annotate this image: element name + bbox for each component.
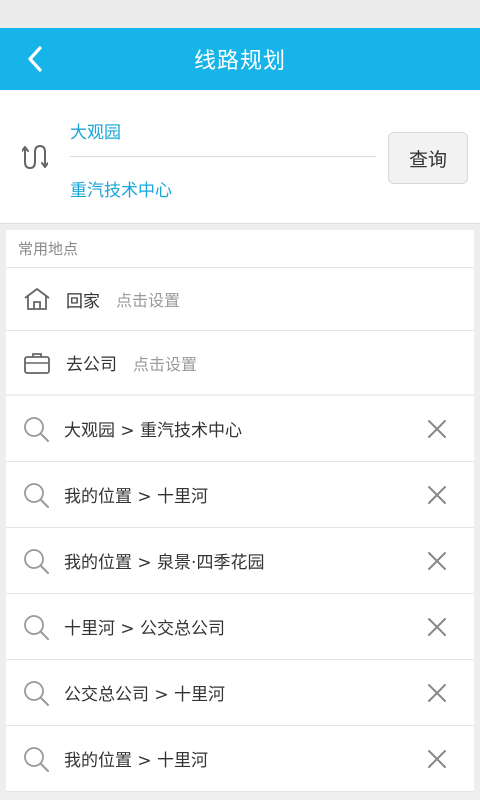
history-text: 我的位置 > 十里河 bbox=[64, 751, 209, 771]
search-icon bbox=[24, 614, 49, 640]
history-list: 大观园 > 重汽技术中心 我的位置 > 十里河 我的位置 > 泉景·四季花园 十… bbox=[6, 396, 474, 792]
history-text: 大观园 > 重汽技术中心 bbox=[64, 421, 243, 441]
history-text: 我的位置 > 十里河 bbox=[64, 487, 209, 507]
favorites-card: 常用地点 回家 点击设置 去公司 点击设置 bbox=[6, 230, 474, 394]
chevron-left-icon bbox=[28, 46, 42, 72]
destination-field[interactable]: 重汽技术中心 bbox=[70, 176, 172, 201]
history-item[interactable]: 我的位置 > 泉景·四季花园 bbox=[6, 528, 474, 594]
search-icon bbox=[24, 746, 49, 772]
page-title: 线路规划 bbox=[193, 49, 286, 74]
field-divider bbox=[70, 156, 376, 157]
history-item[interactable]: 我的位置 > 十里河 bbox=[6, 462, 474, 528]
favorite-home[interactable]: 回家 点击设置 bbox=[6, 268, 474, 331]
favorite-home-hint: 点击设置 bbox=[116, 291, 181, 310]
app-header: 线路规划 bbox=[0, 28, 480, 90]
favorites-title: 常用地点 bbox=[6, 230, 474, 268]
close-icon[interactable] bbox=[426, 550, 448, 572]
close-icon[interactable] bbox=[426, 616, 448, 638]
search-icon bbox=[24, 482, 49, 508]
favorite-work[interactable]: 去公司 点击设置 bbox=[6, 331, 474, 394]
search-icon bbox=[24, 416, 49, 442]
search-icon bbox=[24, 548, 49, 574]
close-icon[interactable] bbox=[426, 484, 448, 506]
history-text: 公交总公司 > 十里河 bbox=[64, 685, 226, 705]
history-text: 我的位置 > 泉景·四季花园 bbox=[64, 553, 265, 573]
history-text: 十里河 > 公交总公司 bbox=[64, 619, 226, 639]
route-panel: 大观园 重汽技术中心 查询 bbox=[0, 90, 480, 224]
query-button[interactable]: 查询 bbox=[388, 132, 468, 184]
favorite-home-label: 回家 bbox=[66, 291, 100, 312]
close-icon[interactable] bbox=[426, 418, 448, 440]
origin-field[interactable]: 大观园 bbox=[70, 118, 121, 143]
home-icon bbox=[22, 286, 52, 312]
status-bar bbox=[0, 0, 480, 28]
search-icon bbox=[24, 680, 49, 706]
close-icon[interactable] bbox=[426, 682, 448, 704]
close-icon[interactable] bbox=[426, 748, 448, 770]
swap-route-icon[interactable] bbox=[22, 142, 48, 172]
back-button[interactable] bbox=[18, 42, 52, 76]
history-item[interactable]: 大观园 > 重汽技术中心 bbox=[6, 396, 474, 462]
history-item[interactable]: 公交总公司 > 十里河 bbox=[6, 660, 474, 726]
history-item[interactable]: 十里河 > 公交总公司 bbox=[6, 594, 474, 660]
favorite-work-label: 去公司 bbox=[66, 355, 117, 375]
briefcase-icon bbox=[22, 350, 52, 376]
history-item[interactable]: 我的位置 > 十里河 bbox=[6, 726, 474, 792]
favorite-work-hint: 点击设置 bbox=[133, 354, 198, 374]
